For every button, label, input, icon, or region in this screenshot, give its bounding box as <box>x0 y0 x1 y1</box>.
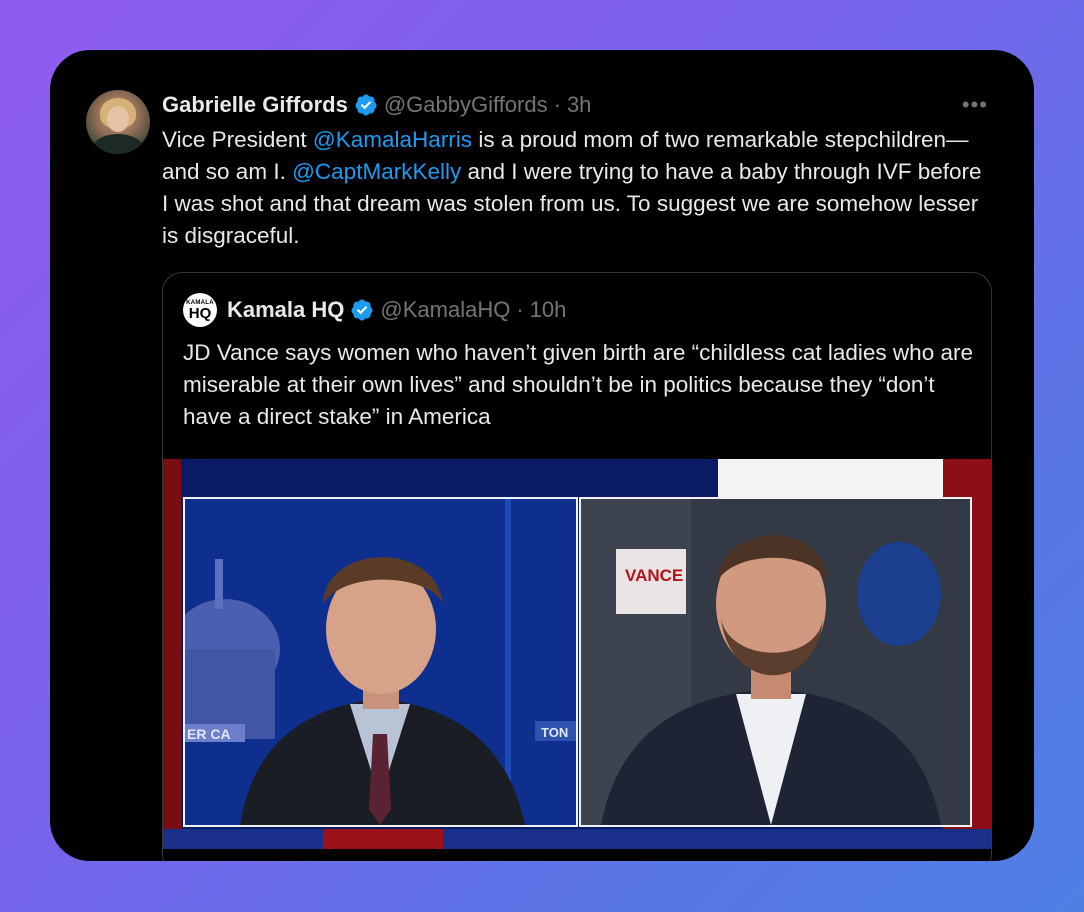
tweet-time[interactable]: 3h <box>567 92 591 118</box>
vance-sign-text: VANCE <box>625 566 683 585</box>
verified-badge-icon <box>351 299 373 321</box>
left-video-panel: ER CA TON <box>183 497 578 827</box>
tweet-header: Gabrielle Giffords @GabbyGiffords · 3h <box>162 90 591 120</box>
quoted-video-thumbnail[interactable]: ER CA TON VANCE <box>163 459 991 849</box>
separator-dot: · <box>516 297 524 322</box>
quoted-avatar-logo[interactable]: KAMALA HQ <box>183 293 217 327</box>
author-avatar[interactable] <box>86 90 150 154</box>
verified-badge-icon <box>355 94 377 116</box>
author-handle[interactable]: @GabbyGiffords <box>384 92 548 118</box>
quoted-header: KAMALA HQ Kamala HQ @KamalaHQ · 10h <box>183 293 567 327</box>
tweet-card[interactable]: Gabrielle Giffords @GabbyGiffords · 3h •… <box>50 50 1034 861</box>
right-banner-text: TON <box>541 725 568 740</box>
text-segment: Vice President <box>162 127 313 152</box>
more-icon[interactable]: ••• <box>962 92 988 118</box>
quoted-text: JD Vance says women who haven’t given bi… <box>183 340 973 429</box>
separator-dot: · <box>553 92 561 117</box>
left-banner-text: ER CA <box>187 726 231 742</box>
quoted-tweet[interactable]: KAMALA HQ Kamala HQ @KamalaHQ · 10h JD V… <box>162 272 992 861</box>
mention-link-captmarkkelly[interactable]: @CaptMarkKelly <box>292 159 461 184</box>
mention-link-kamalaharris[interactable]: @KamalaHarris <box>313 127 472 152</box>
quoted-handle[interactable]: @KamalaHQ <box>380 297 510 323</box>
author-name[interactable]: Gabrielle Giffords <box>162 92 348 118</box>
tweet-text: Vice President @KamalaHarris is a proud … <box>162 124 992 252</box>
quoted-time[interactable]: 10h <box>530 297 567 323</box>
quoted-author-name[interactable]: Kamala HQ <box>227 297 344 323</box>
right-video-panel: VANCE <box>579 497 972 827</box>
